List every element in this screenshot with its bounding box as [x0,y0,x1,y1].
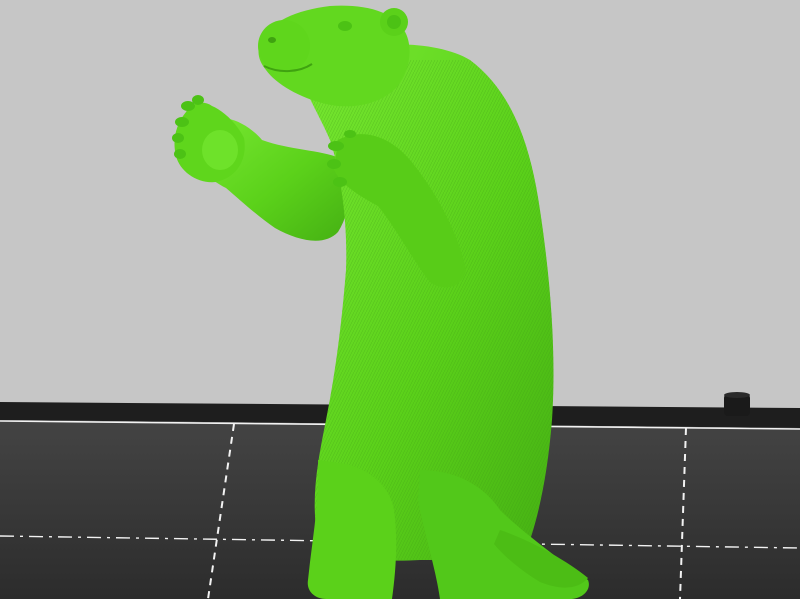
model-ear-inner [387,15,401,29]
3d-viewport[interactable] [0,0,800,599]
model-left-palm [202,130,238,170]
bed-knob-top [724,392,750,398]
model-nostril [268,37,276,43]
model-eye [338,21,352,31]
model-snout [258,20,310,72]
scene-canvas[interactable] [0,0,800,599]
